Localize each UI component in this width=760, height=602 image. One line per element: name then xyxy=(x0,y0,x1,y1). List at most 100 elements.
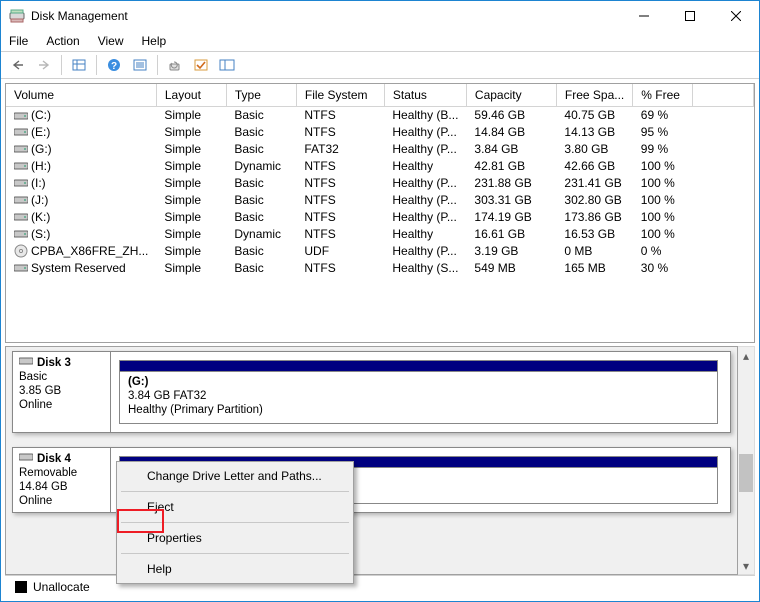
cell-layout: Simple xyxy=(156,259,226,276)
disk-info: Disk 3 Basic 3.85 GB Online xyxy=(13,352,111,432)
menu-change-drive-letter[interactable]: Change Drive Letter and Paths... xyxy=(119,464,351,488)
col-layout[interactable]: Layout xyxy=(156,84,226,106)
menu-help[interactable]: Help xyxy=(119,557,351,581)
properties-icon[interactable] xyxy=(216,54,238,76)
cell-type: Basic xyxy=(226,174,296,191)
maximize-button[interactable] xyxy=(667,1,713,31)
col-type[interactable]: Type xyxy=(226,84,296,106)
cell-capacity: 3.84 GB xyxy=(466,140,556,157)
col-free[interactable]: Free Spa... xyxy=(556,84,632,106)
titlebar[interactable]: Disk Management xyxy=(1,1,759,31)
table-row[interactable]: System ReservedSimpleBasicNTFSHealthy (S… xyxy=(6,259,754,276)
menu-view[interactable]: View xyxy=(98,34,124,48)
disk-row-disk3[interactable]: Disk 3 Basic 3.85 GB Online (G:) 3.84 GB… xyxy=(12,351,731,433)
cell-free: 165 MB xyxy=(556,259,632,276)
view-grid-icon[interactable] xyxy=(68,54,90,76)
col-pctfree[interactable]: % Free xyxy=(633,84,693,106)
toolbar: ? xyxy=(1,51,759,79)
volume-name: (I:) xyxy=(31,176,46,190)
scroll-up-icon[interactable]: ▴ xyxy=(738,347,754,364)
menu-file[interactable]: File xyxy=(9,34,28,48)
volume-name: (E:) xyxy=(31,125,50,139)
cell-capacity: 59.46 GB xyxy=(466,106,556,123)
table-row[interactable]: (K:)SimpleBasicNTFSHealthy (P...174.19 G… xyxy=(6,208,754,225)
svg-text:?: ? xyxy=(111,61,117,72)
cell-layout: Simple xyxy=(156,140,226,157)
partition-status: Healthy (Primary Partition) xyxy=(128,403,709,417)
disk-management-window: Disk Management File Action View Help ? … xyxy=(0,0,760,602)
col-status[interactable]: Status xyxy=(384,84,466,106)
cell-pct: 100 % xyxy=(633,174,693,191)
refresh-icon[interactable] xyxy=(164,54,186,76)
context-menu: Change Drive Letter and Paths... Eject P… xyxy=(116,461,354,584)
table-row[interactable]: (C:)SimpleBasicNTFSHealthy (B...59.46 GB… xyxy=(6,106,754,123)
disk-type: Basic xyxy=(19,370,104,384)
scroll-thumb[interactable] xyxy=(739,454,753,492)
drive-icon xyxy=(14,127,28,138)
menu-eject[interactable]: Eject xyxy=(119,495,351,519)
cell-capacity: 14.84 GB xyxy=(466,123,556,140)
cell-status: Healthy (P... xyxy=(384,174,466,191)
volume-list-pane[interactable]: Volume Layout Type File System Status Ca… xyxy=(5,83,755,343)
col-volume[interactable]: Volume xyxy=(6,84,156,106)
help-icon[interactable]: ? xyxy=(103,54,125,76)
cell-layout: Simple xyxy=(156,242,226,259)
settings-list-icon[interactable] xyxy=(129,54,151,76)
cell-layout: Simple xyxy=(156,191,226,208)
minimize-button[interactable] xyxy=(621,1,667,31)
cell-layout: Simple xyxy=(156,106,226,123)
cell-pct: 30 % xyxy=(633,259,693,276)
volume-name: CPBA_X86FRE_ZH... xyxy=(31,244,148,258)
cell-fs: NTFS xyxy=(296,225,384,242)
cell-type: Basic xyxy=(226,140,296,157)
table-row[interactable]: (J:)SimpleBasicNTFSHealthy (P...303.31 G… xyxy=(6,191,754,208)
cell-free: 302.80 GB xyxy=(556,191,632,208)
cell-status: Healthy (B... xyxy=(384,106,466,123)
menu-properties[interactable]: Properties xyxy=(119,526,351,550)
volume-name: (K:) xyxy=(31,210,50,224)
cell-free: 0 MB xyxy=(556,242,632,259)
menubar: File Action View Help xyxy=(1,31,759,51)
table-row[interactable]: CPBA_X86FRE_ZH...SimpleBasicUDFHealthy (… xyxy=(6,242,754,259)
cell-type: Basic xyxy=(226,191,296,208)
drive-icon xyxy=(14,178,28,189)
scroll-down-icon[interactable]: ▾ xyxy=(738,557,754,574)
cell-pct: 100 % xyxy=(633,157,693,174)
disk-icon xyxy=(19,452,33,466)
cell-capacity: 174.19 GB xyxy=(466,208,556,225)
partition-g[interactable]: (G:) 3.84 GB FAT32 Healthy (Primary Part… xyxy=(119,360,718,424)
cell-pct: 69 % xyxy=(633,106,693,123)
scrollbar-vertical[interactable]: ▴ ▾ xyxy=(738,346,755,575)
close-button[interactable] xyxy=(713,1,759,31)
menu-action[interactable]: Action xyxy=(46,34,79,48)
window-title: Disk Management xyxy=(31,9,128,23)
cell-capacity: 42.81 GB xyxy=(466,157,556,174)
cell-status: Healthy (P... xyxy=(384,208,466,225)
cell-layout: Simple xyxy=(156,208,226,225)
back-button[interactable] xyxy=(7,54,29,76)
table-row[interactable]: (I:)SimpleBasicNTFSHealthy (P...231.88 G… xyxy=(6,174,754,191)
cell-free: 14.13 GB xyxy=(556,123,632,140)
check-icon[interactable] xyxy=(190,54,212,76)
volume-name: (H:) xyxy=(31,159,51,173)
table-row[interactable]: (G:)SimpleBasicFAT32Healthy (P...3.84 GB… xyxy=(6,140,754,157)
cell-status: Healthy xyxy=(384,157,466,174)
col-filesystem[interactable]: File System xyxy=(296,84,384,106)
content-area: Volume Layout Type File System Status Ca… xyxy=(1,79,759,601)
partition-letter: (G:) xyxy=(128,375,709,389)
disk-graphical-pane[interactable]: Disk 3 Basic 3.85 GB Online (G:) 3.84 GB… xyxy=(5,346,738,575)
disk-info: Disk 4 Removable 14.84 GB Online xyxy=(13,448,111,512)
table-row[interactable]: (H:)SimpleDynamicNTFSHealthy42.81 GB42.6… xyxy=(6,157,754,174)
cell-status: Healthy xyxy=(384,225,466,242)
cell-pct: 95 % xyxy=(633,123,693,140)
table-row[interactable]: (S:)SimpleDynamicNTFSHealthy16.61 GB16.5… xyxy=(6,225,754,242)
table-row[interactable]: (E:)SimpleBasicNTFSHealthy (P...14.84 GB… xyxy=(6,123,754,140)
col-capacity[interactable]: Capacity xyxy=(466,84,556,106)
menu-help[interactable]: Help xyxy=(142,34,167,48)
volume-table: Volume Layout Type File System Status Ca… xyxy=(6,84,754,276)
cell-free: 173.86 GB xyxy=(556,208,632,225)
cell-pct: 0 % xyxy=(633,242,693,259)
cell-type: Dynamic xyxy=(226,225,296,242)
cell-free: 40.75 GB xyxy=(556,106,632,123)
forward-button[interactable] xyxy=(33,54,55,76)
